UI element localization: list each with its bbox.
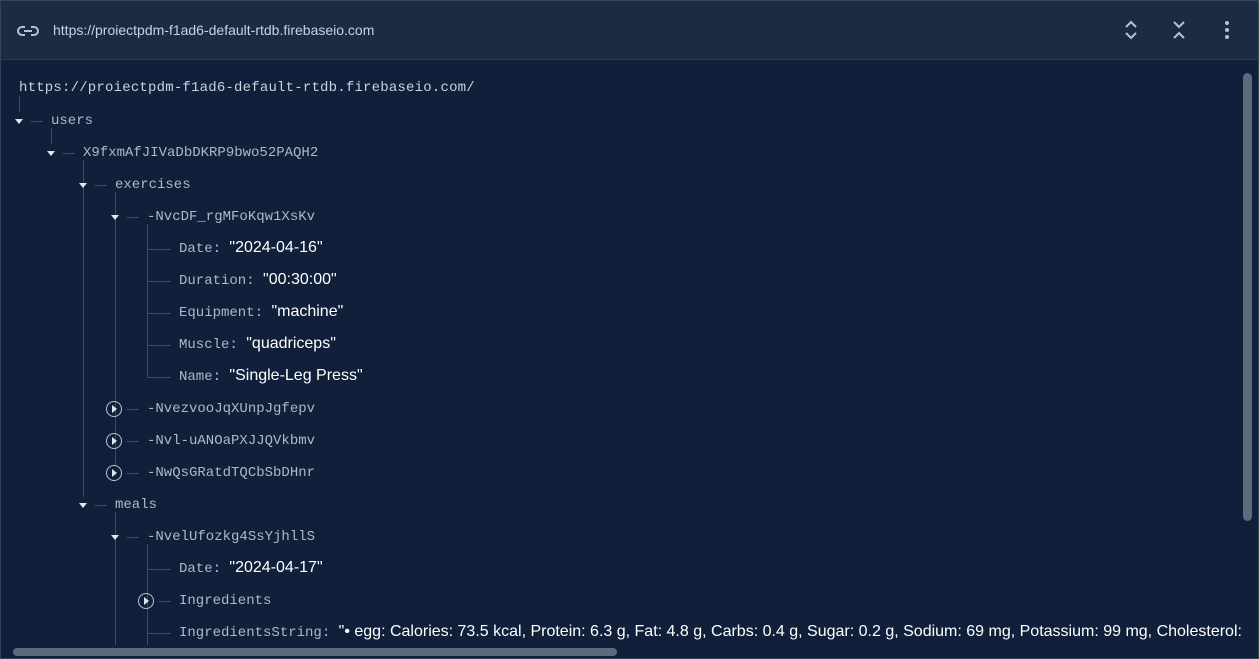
database-viewer: https://proiectpdm-f1ad6-default-rtdb.fi… [0, 0, 1259, 659]
database-url[interactable]: https://proiectpdm-f1ad6-default-rtdb.fi… [53, 22, 374, 38]
horizontal-scrollbar[interactable] [13, 648, 617, 656]
field-row[interactable]: IngredientsString: "• egg: Calories: 73.… [179, 623, 1241, 641]
field-key: Muscle [179, 337, 230, 353]
field-key: Equipment [179, 305, 255, 321]
field-row[interactable]: Date: "2024-04-16" [179, 239, 323, 257]
field-key: Name [179, 369, 213, 385]
node-meals[interactable]: meals [115, 497, 157, 513]
field-value[interactable]: "machine" [271, 303, 343, 320]
data-tree: https://proiectpdm-f1ad6-default-rtdb.fi… [1, 60, 1241, 645]
collapse-toggle-exercise-1[interactable] [111, 215, 119, 220]
field-row[interactable]: Equipment: "machine" [179, 303, 343, 321]
link-icon [16, 21, 40, 41]
node-exercise-1[interactable]: -NvcDF_rgMFoKqw1XsKv [147, 209, 315, 225]
field-row[interactable]: Muscle: "quadriceps" [179, 335, 336, 353]
url-bar: https://proiectpdm-f1ad6-default-rtdb.fi… [1, 1, 1258, 60]
field-key: Date [179, 241, 213, 257]
node-exercise-2[interactable]: -NvezvooJqXUnpJgfepv [147, 401, 315, 417]
field-key: Duration [179, 273, 247, 289]
more-vert-icon[interactable] [1215, 18, 1239, 42]
expand-toggle-ingredients[interactable] [138, 593, 154, 609]
field-value[interactable]: "2024-04-17" [229, 559, 322, 576]
expand-toggle-exercise-4[interactable] [106, 465, 122, 481]
collapse-toggle-exercises[interactable] [79, 183, 87, 188]
field-row[interactable]: Duration: "00:30:00" [179, 271, 337, 289]
field-row[interactable]: Date: "2024-04-17" [179, 559, 323, 577]
collapse-toggle-meals[interactable] [79, 503, 87, 508]
expand-all-icon[interactable] [1119, 18, 1143, 42]
node-exercise-3[interactable]: -Nvl-uANOaPXJJQVkbmv [147, 433, 315, 449]
field-value[interactable]: "Single-Leg Press" [229, 367, 362, 384]
vertical-scrollbar[interactable] [1243, 73, 1252, 521]
expand-toggle-exercise-2[interactable] [106, 401, 122, 417]
collapse-toggle-uid[interactable] [47, 151, 55, 156]
field-value[interactable]: "2024-04-16" [229, 239, 322, 256]
tree-root-url[interactable]: https://proiectpdm-f1ad6-default-rtdb.fi… [19, 80, 475, 96]
collapse-toggle-users[interactable] [15, 119, 23, 124]
collapse-toggle-meal-1[interactable] [111, 535, 119, 540]
field-value[interactable]: "00:30:00" [263, 271, 337, 288]
node-ingredients[interactable]: Ingredients [179, 593, 271, 609]
field-key: IngredientsString [179, 625, 322, 641]
field-key: Date [179, 561, 213, 577]
node-meal-1[interactable]: -NvelUfozkg4SsYjhllS [147, 529, 315, 545]
expand-toggle-exercise-3[interactable] [106, 433, 122, 449]
field-value[interactable]: "• egg: Calories: 73.5 kcal, Protein: 6.… [339, 623, 1241, 640]
field-value[interactable]: "quadriceps" [246, 335, 336, 352]
node-users[interactable]: users [51, 113, 93, 129]
node-exercise-4[interactable]: -NwQsGRatdTQCbSbDHnr [147, 465, 315, 481]
node-user-id[interactable]: X9fxmAfJIVaDbDKRP9bwo52PAQH2 [83, 145, 318, 161]
collapse-all-icon[interactable] [1167, 18, 1191, 42]
field-row[interactable]: Name: "Single-Leg Press" [179, 367, 363, 385]
node-exercises[interactable]: exercises [115, 177, 191, 193]
